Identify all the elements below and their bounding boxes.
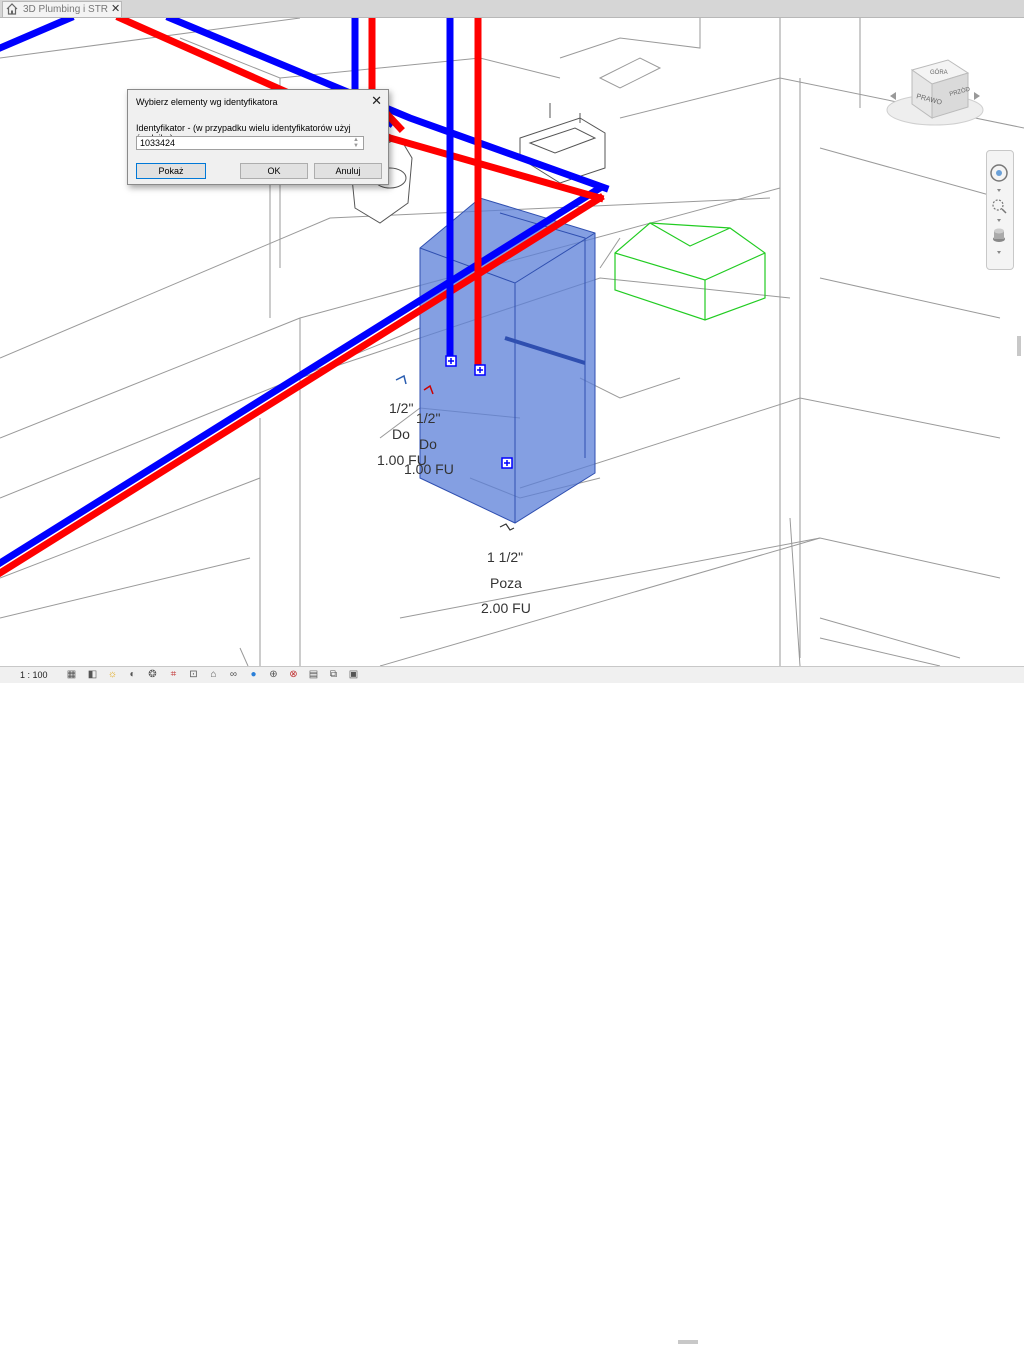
sun-icon[interactable]: ☼ (107, 669, 118, 680)
vertical-scroll-thumb[interactable] (1017, 336, 1021, 356)
selected-fixture-outline[interactable] (614, 222, 766, 321)
view-cube-arrow-right-icon[interactable] (974, 92, 980, 100)
view-tab-title: 3D Plumbing i STR (23, 4, 109, 15)
analysis-icon[interactable]: ⊗ (288, 669, 299, 680)
render-icon[interactable]: ❂ (147, 669, 158, 680)
steering-dropdown-icon[interactable] (997, 189, 1001, 192)
cancel-button[interactable]: Anuluj (314, 163, 382, 179)
show-button[interactable]: Pokaż (136, 163, 206, 179)
detail-level-icon[interactable]: ▦ (66, 669, 77, 680)
view-tab-bar: 3D Plumbing i STR ✕ (0, 0, 1024, 18)
dialog-close-icon[interactable]: ✕ (371, 93, 382, 109)
visual-style-icon[interactable]: ◧ (87, 669, 98, 680)
steering-wheel-icon[interactable] (990, 164, 1008, 182)
tag2-fu: 1.00 FU (404, 461, 454, 477)
view-control-bar: 1 : 100 ▦ ◧ ☼ ◐ ❂ ⌗ ⊡ ⌂ ∞ ● ⊕ ⊗ ▤ ⧉ ▣ (0, 666, 1024, 1344)
shadows-icon[interactable]: ◐ (127, 669, 138, 680)
view-cube[interactable]: PRAWO PRZÓD GÓRA (886, 59, 984, 126)
temporary-hide-icon[interactable]: ∞ (228, 669, 239, 680)
tag3-size: 1 1/2" (487, 549, 523, 565)
view-tab[interactable]: 3D Plumbing i STR ✕ (2, 1, 122, 17)
spin-arrows-icon[interactable]: ▲ ▼ (350, 137, 362, 149)
dialog-title: Wybierz elementy wg identyfikatora (136, 97, 278, 107)
tag3-direction: Poza (490, 575, 522, 591)
vertical-scrollbar[interactable] (1014, 18, 1024, 666)
identifier-input[interactable] (136, 136, 364, 150)
navigation-bar (986, 150, 1014, 270)
ok-button[interactable]: OK (240, 163, 308, 179)
view-cube-top-face[interactable]: GÓRA (930, 69, 948, 76)
view-scale[interactable]: 1 : 100 (20, 670, 48, 680)
zoom-dropdown-icon[interactable] (997, 219, 1001, 222)
reveal-hidden-icon[interactable]: ● (248, 669, 259, 680)
select-by-id-dialog: Wybierz elementy wg identyfikatora ✕ Ide… (127, 89, 389, 185)
properties-icon[interactable]: ▤ (308, 669, 319, 680)
show-crop-icon[interactable]: ⊡ (188, 669, 199, 680)
crop-icon[interactable]: ⌗ (168, 669, 179, 680)
tag1-direction: Do (392, 426, 410, 442)
close-icon[interactable]: ✕ (111, 2, 120, 15)
tag3-fu: 2.00 FU (481, 600, 531, 616)
tag2-size: 1/2" (416, 410, 440, 426)
horizontal-scroll-thumb[interactable] (678, 1340, 698, 1344)
constraints-icon[interactable]: ⧉ (328, 669, 339, 680)
home-icon[interactable] (6, 3, 18, 15)
view-cube-arrow-left-icon[interactable] (890, 92, 896, 100)
orbit-icon[interactable] (993, 228, 1005, 243)
zoom-icon[interactable] (992, 199, 1007, 214)
tag2-direction: Do (419, 436, 437, 452)
horizontal-scrollbar[interactable] (378, 1337, 1024, 1347)
lock-view-icon[interactable]: ⌂ (208, 669, 219, 680)
worksharing-icon[interactable]: ⊕ (268, 669, 279, 680)
display-icon[interactable]: ▣ (348, 669, 359, 680)
tag1-size: 1/2" (389, 400, 413, 416)
orbit-dropdown-icon[interactable] (997, 251, 1001, 254)
